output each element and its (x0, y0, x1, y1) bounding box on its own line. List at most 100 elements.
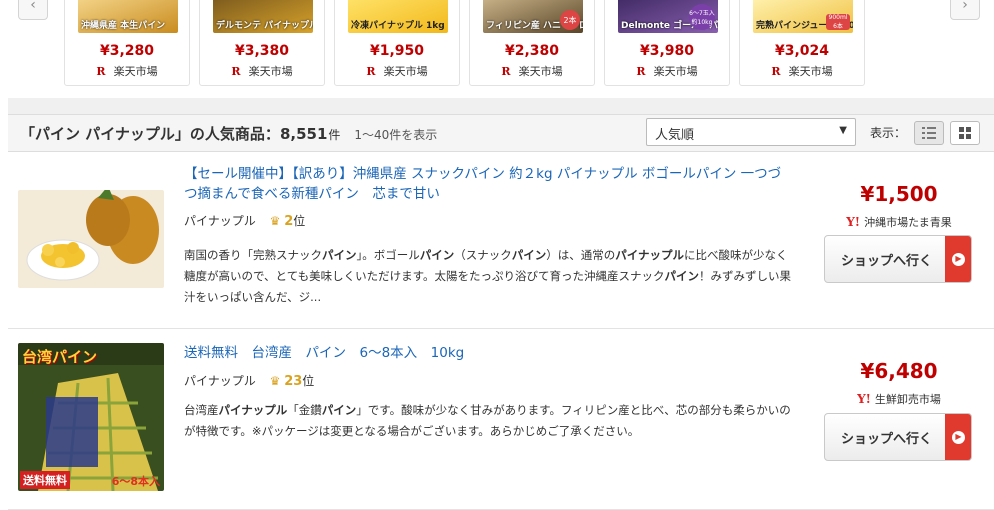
results-title-text: 「パイン パイナップル」の人気商品： (20, 125, 280, 143)
shop-name: 沖縄市場たま青果 (864, 216, 952, 229)
card-price: ¥3,380 (234, 43, 290, 59)
go-to-shop-button[interactable]: ショップへ行く ▶ (824, 413, 972, 461)
grid-view-icon (959, 127, 971, 139)
card-shop[interactable]: R 楽天市場 (335, 63, 459, 79)
card-price: ¥1,950 (369, 43, 425, 59)
product-image[interactable]: 台湾パイン 送料無料 6〜8本入 (18, 343, 164, 491)
product-title-link[interactable]: 【セール開催中】【訳あり】沖縄県産 スナックパイン 約２kg パイナップル ボゴ… (184, 164, 784, 204)
product-list-item: 台湾パイン 送料無料 6〜8本入 送料無料 台湾産 パイン 6〜8本入 10kg… (8, 329, 994, 510)
go-to-shop-label: ショップへ行く (841, 432, 933, 447)
product-description: 台湾産パイナップル「金鑽パイン」です。酸味が少なく甘みがあります。フィリピン産と… (184, 400, 796, 442)
section-divider (8, 98, 994, 114)
product-thumbnail[interactable]: 完熟パインジュース100 900ml 6本 (753, 0, 853, 33)
shop-name: 楽天市場 (113, 65, 158, 78)
rank-number: 23 (284, 374, 303, 389)
results-header: 「パイン パイナップル」の人気商品：8,551件 1〜40件を表示 人気順 ▼ 表… (8, 114, 994, 152)
product-category[interactable]: パイナップル (184, 374, 256, 388)
desc-highlight: パイン (419, 248, 455, 262)
thumbnail-caption: 冷凍パイナップル 1kg (351, 21, 445, 31)
rank-suffix: 位 (293, 214, 306, 228)
card-price: ¥3,980 (639, 43, 695, 59)
list-view-icon (922, 127, 936, 139)
shop-name: 生鮮卸売市場 (874, 393, 941, 406)
go-to-shop-button[interactable]: ショップへ行く ▶ (824, 235, 972, 283)
card-price: ¥3,280 (99, 43, 155, 59)
card-shop[interactable]: R 楽天市場 (740, 63, 864, 79)
rakuten-icon: R (636, 65, 646, 78)
desc-highlight: パイン (321, 403, 357, 417)
go-to-shop-label: ショップへ行く (841, 254, 933, 269)
thumbnail-caption: 沖縄県産 本生パイン (81, 21, 166, 31)
carousel-card[interactable]: Delmonte ゴールドパイン 6〜7玉入 約10kg ¥3,980 R 楽天市… (604, 0, 730, 86)
crown-icon: ♛ (269, 214, 281, 228)
carousel-card[interactable]: 完熟パインジュース100 900ml 6本 ¥3,024 R 楽天市場 (739, 0, 865, 86)
card-shop[interactable]: R 楽天市場 (470, 63, 594, 79)
product-thumbnail[interactable]: 冷凍パイナップル 1kg (348, 0, 448, 33)
results-range: 1〜40件を表示 (354, 128, 438, 142)
desc-text: 」。ボゴール (356, 248, 420, 262)
rakuten-icon: R (231, 65, 241, 78)
desc-highlight: パイン (322, 248, 357, 262)
product-shop[interactable]: Y! 沖縄市場たま青果 (826, 214, 972, 230)
carousel-prev-button[interactable]: ‹ (18, 0, 48, 20)
product-category-rank: パイナップル ♛ 2位 (184, 212, 305, 229)
related-products-carousel: ‹ 沖縄県産 本生パイン ¥3,280 R 楽天市場 デルモンテ パイナップル大玉… (0, 0, 994, 100)
shop-name: 楽天市場 (788, 65, 833, 78)
product-thumbnail[interactable]: Delmonte ゴールドパイン 6〜7玉入 約10kg (618, 0, 718, 33)
product-category-rank: パイナップル ♛ 23位 (184, 372, 314, 389)
desc-text: 「金鑽 (287, 403, 322, 417)
product-thumbnail[interactable]: デルモンテ パイナップル大玉 (213, 0, 313, 33)
rank-suffix: 位 (302, 374, 315, 388)
product-description: 南国の香り「完熟スナックパイン」。ボゴールパイン（スナックパイン）は、通常のパイ… (184, 245, 796, 308)
card-shop[interactable]: R 楽天市場 (605, 63, 729, 79)
sort-selected-value: 人気順 (655, 128, 695, 143)
product-thumbnail[interactable]: フィリピン産 ハニーグロウ 2本 (483, 0, 583, 33)
results-count-unit: 件 (328, 128, 341, 142)
dropdown-arrow-icon: ▼ (839, 125, 847, 136)
desc-text: （スナック (454, 248, 512, 262)
rakuten-icon: R (96, 65, 106, 78)
yahoo-shopping-icon: Y! (846, 215, 861, 229)
card-price: ¥2,380 (504, 43, 560, 59)
rakuten-icon: R (771, 65, 781, 78)
results-count: 8,551 (279, 125, 328, 143)
yahoo-shopping-icon: Y! (857, 392, 871, 406)
sort-select[interactable]: 人気順 ▼ (646, 118, 856, 146)
carousel-card[interactable]: 沖縄県産 本生パイン ¥3,280 R 楽天市場 (64, 0, 190, 86)
desc-text: 南国の香り「完熟スナック (184, 248, 322, 262)
list-view-button[interactable] (914, 121, 944, 145)
quantity-badge: 6〜7玉入 約10kg (689, 4, 715, 30)
pineapple-photo-icon (18, 190, 164, 288)
shop-name: 楽天市場 (653, 65, 698, 78)
grid-view-button[interactable] (950, 121, 980, 145)
card-shop[interactable]: R 楽天市場 (200, 63, 324, 79)
quantity-badge: 2本 (560, 10, 580, 30)
image-label: 送料無料 (20, 471, 70, 489)
product-image[interactable] (18, 190, 164, 288)
carousel-card[interactable]: デルモンテ パイナップル大玉 ¥3,380 R 楽天市場 (199, 0, 325, 86)
arrow-right-icon: ▶ (945, 414, 971, 460)
carousel-next-button[interactable]: › (950, 0, 980, 20)
product-price: ¥6,480 (860, 359, 938, 383)
carousel-card[interactable]: 冷凍パイナップル 1kg ¥1,950 R 楽天市場 (334, 0, 460, 86)
product-shop[interactable]: Y! 生鮮卸売市場 (826, 391, 972, 407)
product-thumbnail[interactable]: 沖縄県産 本生パイン (78, 0, 178, 33)
view-mode-label: 表示： (870, 126, 907, 140)
card-price: ¥3,024 (774, 43, 830, 59)
image-label: 台湾パイン (22, 348, 98, 366)
shop-name: 楽天市場 (518, 65, 563, 78)
desc-highlight: パイナップル (218, 403, 288, 417)
product-category[interactable]: パイナップル (184, 214, 256, 228)
arrow-right-icon: ▶ (945, 236, 971, 282)
product-title-link[interactable]: 送料無料 台湾産 パイン 6〜8本入 10kg (184, 343, 784, 363)
chevron-right-icon: › (962, 0, 968, 13)
desc-highlight: パイン (511, 248, 547, 262)
rank-number: 2 (284, 214, 294, 229)
crown-icon: ♛ (269, 374, 281, 388)
card-shop[interactable]: R 楽天市場 (65, 63, 189, 79)
product-price: ¥1,500 (860, 182, 938, 206)
shop-name: 楽天市場 (383, 65, 428, 78)
rakuten-icon: R (501, 65, 511, 78)
results-title: 「パイン パイナップル」の人気商品：8,551件 1〜40件を表示 (20, 123, 437, 144)
carousel-card[interactable]: フィリピン産 ハニーグロウ 2本 ¥2,380 R 楽天市場 (469, 0, 595, 86)
